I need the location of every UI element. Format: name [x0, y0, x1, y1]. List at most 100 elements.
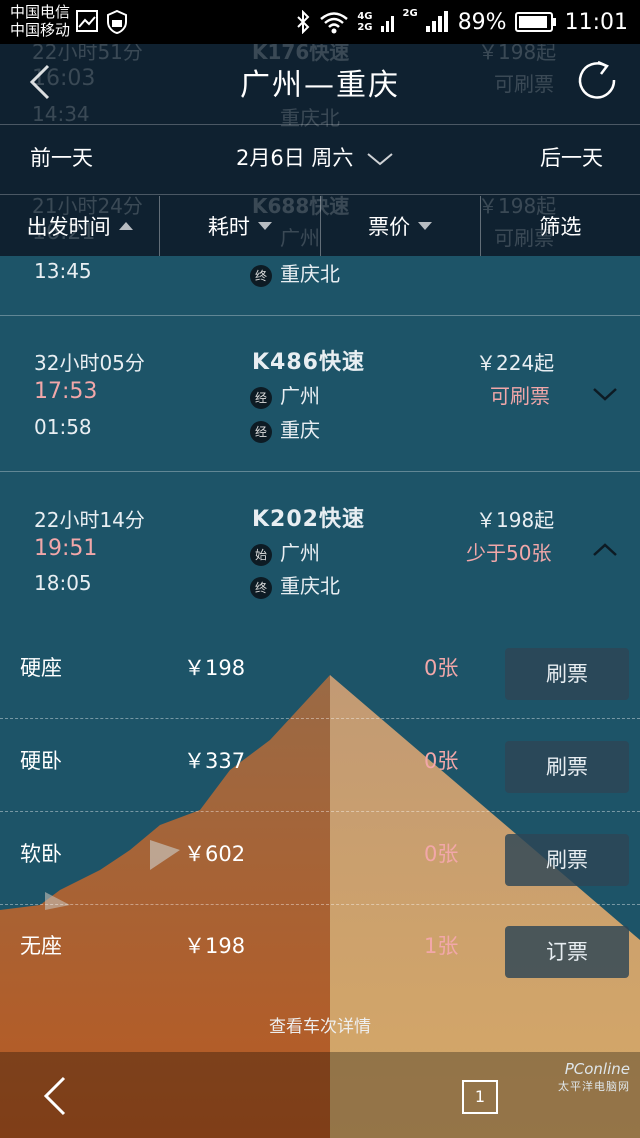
from-station: 经广州	[250, 380, 320, 409]
watermark-logo: PConline	[564, 1060, 630, 1078]
duration: 32小时05分	[34, 351, 145, 375]
train-row-k486[interactable]: 32小时05分 K486快速 ￥224起 17:53 经广州 可刷票 01:58…	[0, 316, 640, 472]
chevron-down-icon[interactable]	[592, 386, 618, 402]
divider	[0, 194, 640, 195]
date-selector[interactable]: 2月6日 周六	[236, 142, 394, 172]
seat-count: 0张	[424, 656, 459, 680]
departure-time: 17:53	[34, 379, 98, 404]
chevron-down-icon	[367, 153, 393, 166]
station-name: 重庆北	[280, 262, 340, 286]
status-bar: 中国电信 中国移动 4G 2G 2G 89% 11:01	[0, 0, 640, 44]
price: ￥198起	[476, 508, 555, 532]
seat-price: ￥602	[184, 842, 246, 866]
sort-desc-icon	[257, 222, 272, 230]
train-row-k202[interactable]: 22小时14分 K202快速 ￥198起 19:51 始广州 少于50张 18:…	[0, 472, 640, 622]
train-number: K202快速	[252, 507, 365, 532]
back-nav-icon[interactable]	[40, 1076, 70, 1116]
list-item-partial[interactable]: 13:45 终重庆北	[0, 256, 640, 316]
next-day-button[interactable]: 后一天	[540, 142, 603, 172]
divider	[0, 124, 640, 125]
refresh-ticket-button[interactable]: 刷票	[505, 648, 629, 700]
seat-type: 硬卧	[20, 749, 62, 773]
network-type-3: 2G	[402, 8, 418, 19]
day-navigation: 前一天 2月6日 周六 后一天	[0, 126, 640, 186]
terminal-badge: 终	[250, 264, 272, 287]
arrival-time: 01:58	[34, 415, 92, 439]
clock: 11:01	[564, 9, 628, 35]
sort-duration[interactable]: 耗时	[160, 196, 321, 256]
duration: 22小时14分	[34, 508, 145, 532]
to-station: 经重庆	[250, 414, 320, 443]
station-name: 广州	[280, 384, 320, 408]
page-title: 广州—重庆	[240, 68, 400, 103]
sort-price-label: 票价	[368, 215, 411, 239]
sort-bar: 出发时间 耗时 票价 筛选	[0, 196, 640, 256]
battery-percent: 89%	[457, 9, 507, 35]
refresh-icon[interactable]	[576, 58, 620, 102]
book-ticket-button[interactable]: 订票	[505, 926, 629, 978]
watermark: PConline 太平洋电脑网	[558, 1060, 630, 1096]
carrier-1: 中国电信	[10, 3, 71, 21]
seat-price: ￥198	[184, 934, 246, 958]
seat-row-soft-sleeper: 软卧 ￥602 0张 刷票	[0, 810, 640, 902]
seat-count: 0张	[424, 842, 459, 866]
network-type-1: 4G	[357, 11, 373, 22]
shield-icon	[107, 10, 127, 34]
seat-price: ￥198	[184, 656, 246, 680]
from-station: 始广州	[250, 537, 320, 566]
sort-desc-icon	[418, 222, 433, 230]
filter-label: 筛选	[539, 215, 582, 239]
seat-type: 硬座	[20, 656, 62, 680]
seat-count: 0张	[424, 749, 459, 773]
seat-type: 无座	[20, 934, 62, 958]
image-icon	[76, 10, 98, 32]
sort-price[interactable]: 票价	[321, 196, 481, 256]
bluetooth-icon	[297, 10, 310, 34]
departure-time: 19:51	[34, 536, 98, 561]
terminal-badge: 终	[250, 576, 272, 599]
wifi-icon	[320, 12, 349, 34]
signal-icon-2	[425, 11, 448, 32]
via-badge: 经	[250, 420, 272, 443]
battery-icon	[514, 12, 556, 32]
prev-day-button[interactable]: 前一天	[30, 142, 93, 172]
seat-row-hard-seat: 硬座 ￥198 0张 刷票	[0, 624, 640, 716]
ticket-status: 可刷票	[490, 384, 550, 408]
station-name: 重庆	[280, 418, 320, 442]
seat-type: 软卧	[20, 842, 62, 866]
watermark-sub: 太平洋电脑网	[558, 1080, 630, 1093]
price: ￥224起	[476, 351, 555, 375]
seat-count: 1张	[424, 934, 459, 958]
arrival-station: 终重庆北	[250, 258, 340, 287]
tab-count-button[interactable]: 1	[462, 1080, 498, 1114]
carrier-2: 中国移动	[10, 21, 71, 39]
sort-duration-label: 耗时	[207, 215, 250, 239]
signal-icon-1	[380, 16, 394, 32]
station-name: 重庆北	[280, 574, 340, 598]
carrier-info: 中国电信 中国移动	[10, 3, 70, 39]
status-right: 4G 2G 2G 89% 11:01	[295, 6, 628, 38]
station-name: 广州	[280, 541, 320, 565]
via-badge: 经	[250, 386, 272, 409]
start-badge: 始	[250, 543, 272, 566]
seat-price: ￥337	[184, 749, 246, 773]
date-label: 2月6日 周六	[236, 146, 354, 170]
sort-departure[interactable]: 出发时间	[0, 196, 161, 256]
to-station: 终重庆北	[250, 570, 340, 599]
view-train-details-link[interactable]: 查看车次详情	[0, 1012, 640, 1037]
bottom-nav-bar: 1 PConline 太平洋电脑网	[0, 1052, 640, 1138]
network-type-2: 2G	[357, 22, 373, 33]
train-number: K486快速	[252, 350, 365, 375]
chevron-up-icon[interactable]	[592, 542, 618, 558]
sort-departure-label: 出发时间	[26, 215, 111, 239]
refresh-ticket-button[interactable]: 刷票	[505, 834, 629, 886]
arrival-time: 13:45	[34, 259, 92, 283]
sort-asc-icon	[118, 222, 133, 230]
seat-row-hard-sleeper: 硬卧 ￥337 0张 刷票	[0, 717, 640, 809]
refresh-ticket-button[interactable]: 刷票	[505, 741, 629, 793]
ticket-status: 少于50张	[466, 541, 552, 565]
seat-row-standing: 无座 ￥198 1张 订票	[0, 902, 640, 994]
ghost-arr: 14:34	[32, 102, 90, 126]
filter-button[interactable]: 筛选	[481, 196, 640, 256]
network-labels-1: 4G 2G	[357, 11, 372, 33]
